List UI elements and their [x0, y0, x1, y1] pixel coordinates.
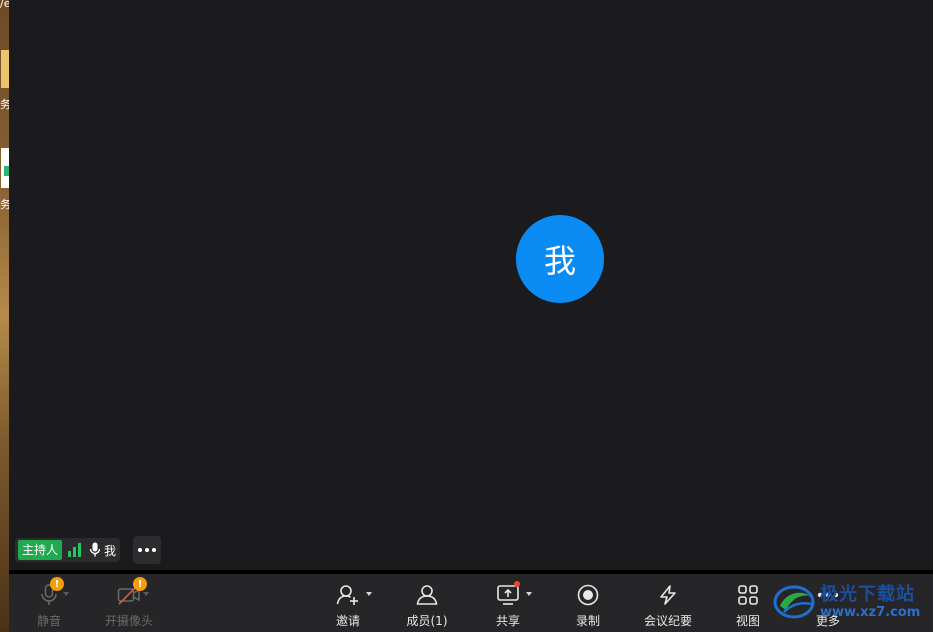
- mute-label: 静音: [36, 614, 61, 628]
- notification-dot: [514, 581, 520, 587]
- warning-icon: !: [50, 577, 64, 591]
- chevron-down-icon: [366, 592, 372, 596]
- camera-button[interactable]: ! 开摄像头: [97, 577, 161, 630]
- participant-nameplate: 主持人 我: [15, 538, 121, 562]
- chevron-down-icon: [143, 592, 149, 596]
- avatar: 我: [516, 215, 604, 303]
- desktop-folder-icon[interactable]: [1, 50, 9, 88]
- add-user-icon: [336, 585, 358, 605]
- camera-label: 开摄像头: [104, 614, 153, 628]
- invite-label: 邀请: [335, 614, 360, 628]
- screen-share-icon: [497, 585, 519, 605]
- meeting-minutes-label: 会议纪要: [643, 614, 692, 628]
- site-watermark: 极光下载站 www.xz7.com: [772, 580, 933, 624]
- record-button[interactable]: 录制: [556, 582, 620, 630]
- share-label: 共享: [495, 614, 520, 628]
- lightning-icon: [660, 585, 676, 605]
- participant-name: 我: [104, 543, 117, 558]
- share-button[interactable]: 共享: [476, 581, 540, 630]
- mute-button[interactable]: ! 静音: [17, 577, 81, 630]
- grid-view-icon: [738, 585, 758, 605]
- desktop-app-icon[interactable]: [1, 148, 9, 188]
- members-icon: [416, 585, 438, 605]
- members-label: 成员(1): [406, 614, 448, 628]
- desktop-background: /e 务 务: [0, 0, 9, 632]
- watermark-title: 极光下载站: [820, 583, 915, 605]
- warning-icon: !: [133, 577, 147, 591]
- video-stage: 我 主持人 我: [9, 0, 933, 570]
- view-label: 视图: [735, 614, 760, 628]
- chevron-down-icon: [63, 592, 69, 596]
- record-icon: [577, 584, 599, 606]
- chevron-down-icon: [526, 592, 532, 596]
- meeting-minutes-button[interactable]: 会议纪要: [636, 582, 700, 630]
- desktop-text: /e: [0, 0, 9, 10]
- members-button[interactable]: 成员(1): [395, 582, 459, 630]
- desktop-icon-label: 务: [0, 198, 9, 211]
- participant-more-button[interactable]: [133, 536, 161, 564]
- invite-button[interactable]: 邀请: [316, 582, 380, 630]
- record-label: 录制: [575, 614, 600, 628]
- desktop-icon-label: 务: [0, 98, 9, 111]
- microphone-icon: [89, 542, 101, 557]
- watermark-url: www.xz7.com: [820, 604, 921, 620]
- host-badge: 主持人: [18, 540, 63, 560]
- view-button[interactable]: 视图: [716, 582, 780, 630]
- watermark-logo-icon: [773, 585, 815, 619]
- signal-strength-icon: [68, 543, 82, 557]
